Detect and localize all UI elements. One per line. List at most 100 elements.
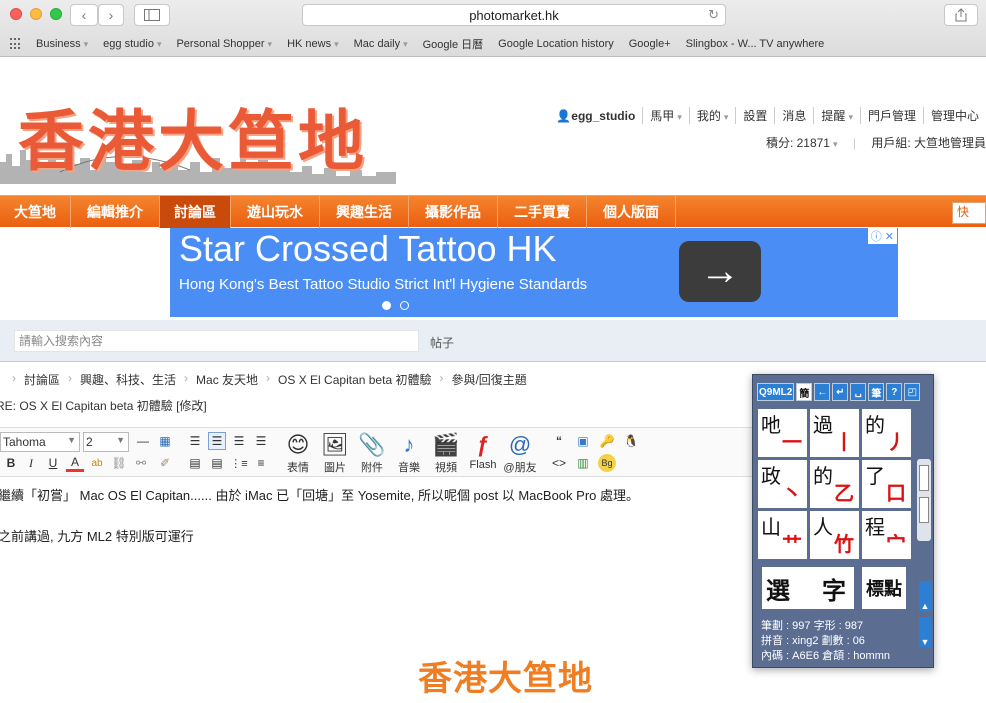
nav-photography[interactable]: 攝影作品	[409, 195, 498, 228]
user-link-mine[interactable]: 我的 ▾	[688, 107, 736, 124]
hide-key-icon[interactable]: 🔑	[598, 432, 616, 450]
ordered-list-icon[interactable]: ⋮≡	[230, 454, 248, 472]
ime-simplified-button[interactable]: 簡	[796, 383, 813, 401]
user-link-messages[interactable]: 消息	[774, 107, 813, 124]
attachment-button[interactable]: 📎 附件	[352, 431, 392, 475]
search-scope[interactable]: 帖子	[430, 334, 454, 351]
unlink-icon[interactable]: ⚯	[132, 454, 150, 472]
ime-enter-button[interactable]: ↵	[832, 383, 849, 401]
italic-icon[interactable]: I	[22, 454, 40, 472]
ime-page-up-icon[interactable]: ▲	[919, 581, 931, 611]
user-link-alias[interactable]: 馬甲 ▾	[642, 107, 689, 124]
nav-second-hand[interactable]: 二手買賣	[498, 195, 587, 228]
mention-button[interactable]: @ @朋友	[500, 431, 540, 475]
qq-icon[interactable]: 🐧	[622, 432, 640, 450]
image-button[interactable]: 🖼 圖片	[315, 431, 355, 475]
ad-banner[interactable]: Star Crossed Tattoo HK Hong Kong's Best …	[170, 228, 898, 317]
ime-backspace-button[interactable]: ←	[814, 383, 831, 401]
ime-punctuation-button[interactable]: 標點	[862, 567, 906, 609]
nav-travel[interactable]: 遊山玩水	[231, 195, 320, 228]
free-icon[interactable]: ▣	[574, 432, 592, 450]
ime-candidate[interactable]: 人竹	[810, 511, 859, 559]
breadcrumb-board[interactable]: Mac 友天地	[196, 371, 258, 388]
nav-home[interactable]: 大笪地	[0, 195, 71, 228]
link-icon[interactable]: ⛓	[110, 454, 128, 472]
outdent-icon[interactable]: ▤	[208, 454, 226, 472]
ime-scrollbar[interactable]	[917, 459, 931, 541]
ime-resize-button[interactable]: ◰	[904, 383, 921, 401]
breadcrumb-category[interactable]: 興趣、科技、生活	[80, 371, 176, 388]
template-icon[interactable]: ▥	[574, 454, 592, 472]
nav-editor-picks[interactable]: 編輯推介	[71, 195, 160, 228]
underline-icon[interactable]: U	[44, 454, 62, 472]
back-button[interactable]: ‹	[70, 4, 98, 26]
nav-quick-button[interactable]: 快	[952, 202, 986, 224]
ime-candidate[interactable]: 程宀	[862, 511, 911, 559]
user-link-portal-admin[interactable]: 門戶管理	[859, 107, 923, 124]
ime-candidate[interactable]: 的乙	[810, 460, 859, 508]
search-input[interactable]	[14, 330, 419, 352]
ime-stroke-button[interactable]: 筆	[868, 383, 885, 401]
emoticon-button[interactable]: 😊 表情	[278, 431, 318, 475]
indent-icon[interactable]: ▤	[186, 454, 204, 472]
content-line-2[interactable]: 之前講過, 九方 ML2 特別版可運行	[0, 526, 194, 545]
breadcrumb-thread[interactable]: OS X El Capitan beta 初體驗	[278, 371, 431, 388]
quote-icon[interactable]: “	[550, 432, 568, 450]
site-logo[interactable]: 香港大笪地	[0, 84, 400, 184]
bookmark-business[interactable]: Business ▾	[36, 38, 88, 50]
minimize-window-button[interactable]	[30, 8, 42, 20]
nav-forum[interactable]: 討論區	[160, 195, 231, 228]
bookmark-google-calendar[interactable]: Google 日曆	[423, 36, 484, 52]
ad-choices-icon[interactable]: ⓘ ✕	[867, 228, 897, 244]
font-size-select[interactable]: 2 ▼	[83, 432, 129, 452]
bookmark-mac-daily[interactable]: Mac daily ▾	[354, 38, 408, 50]
forward-button[interactable]: ›	[98, 4, 124, 26]
user-link-admin-center[interactable]: 管理中心	[922, 107, 986, 124]
code-icon[interactable]: <>	[550, 454, 568, 472]
nav-personal[interactable]: 個人版面	[587, 195, 676, 228]
align-right-icon[interactable]: ☰	[252, 432, 270, 450]
flash-button[interactable]: ƒ Flash	[463, 431, 503, 471]
horizontal-rule-icon[interactable]: —	[134, 432, 152, 450]
bookmark-hk-news[interactable]: HK news ▾	[287, 38, 339, 50]
breadcrumb-home-icon[interactable]: ›	[12, 371, 16, 388]
bg-color-icon[interactable]: Bg	[598, 454, 616, 472]
username-link[interactable]: 👤egg_studio	[549, 109, 642, 123]
ime-page-down-icon[interactable]: ▼	[919, 617, 931, 647]
bookmark-egg-studio[interactable]: egg studio ▾	[103, 38, 161, 50]
align-center-icon[interactable]: ☰	[208, 432, 226, 450]
close-window-button[interactable]	[10, 8, 22, 20]
bold-icon[interactable]: B	[2, 454, 20, 472]
user-link-reminders[interactable]: 提醒 ▾	[813, 107, 860, 124]
align-left-icon[interactable]: ☰	[186, 432, 204, 450]
video-button[interactable]: 🎬 視頻	[426, 431, 466, 475]
credits-link[interactable]: 積分: 21871 ▾	[766, 136, 838, 150]
nav-hobbies[interactable]: 興趣生活	[320, 195, 409, 228]
table-icon[interactable]: ▦	[156, 432, 174, 450]
music-button[interactable]: ♪ 音樂	[389, 431, 429, 475]
ime-candidate[interactable]: 吔一	[758, 409, 807, 457]
ad-dot-2[interactable]	[400, 301, 409, 310]
align-justify-icon[interactable]: ☰	[230, 432, 248, 450]
share-button[interactable]	[944, 4, 978, 26]
reload-icon[interactable]: ↻	[708, 7, 719, 23]
apps-grid-icon[interactable]	[10, 38, 22, 50]
ad-dot-1[interactable]	[382, 301, 391, 310]
bookmark-google-plus[interactable]: Google+	[629, 38, 671, 50]
ime-select-char-button[interactable]: 選 字	[762, 567, 854, 609]
address-bar[interactable]: photomarket.hk ↻	[302, 4, 726, 26]
ime-help-button[interactable]: ?	[886, 383, 903, 401]
ime-space-button[interactable]: ␣	[850, 383, 867, 401]
font-color-icon[interactable]: A	[66, 454, 84, 472]
ime-candidate[interactable]: 的丿	[862, 409, 911, 457]
zoom-window-button[interactable]	[50, 8, 62, 20]
user-link-settings[interactable]: 設置	[735, 107, 774, 124]
bookmark-google-location[interactable]: Google Location history	[498, 38, 614, 50]
ime-candidate[interactable]: 過丨	[810, 409, 859, 457]
ime-candidate[interactable]: 山艹	[758, 511, 807, 559]
user-group-link[interactable]: 用戶組: 大笪地管理員	[871, 136, 986, 150]
font-select[interactable]: Tahoma ▼	[0, 432, 80, 452]
ime-mode-button[interactable]: Q9ML2	[757, 383, 795, 401]
ime-candidate[interactable]: 政丶	[758, 460, 807, 508]
ime-panel[interactable]: Q9ML2 簡 ← ↵ ␣ 筆 ? ◰ 吔一 過丨 的丿 政丶 的乙 了口 山艹…	[752, 374, 934, 668]
